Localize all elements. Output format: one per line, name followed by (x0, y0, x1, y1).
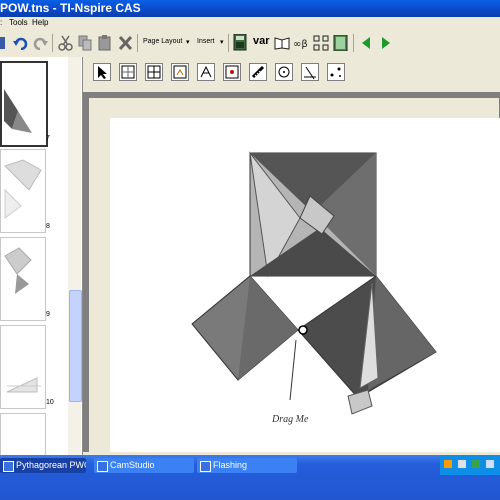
page-layout-button[interactable]: Page Layout (143, 38, 182, 45)
math-templates-icon[interactable] (313, 34, 329, 51)
shapes-tool-icon[interactable] (275, 63, 293, 81)
redo-icon[interactable] (33, 34, 48, 51)
next-page-icon[interactable] (380, 34, 392, 51)
insert-button[interactable]: Insert (197, 38, 215, 45)
taskbar: Pythagorean PWOW... CamStudio Flashing (0, 455, 500, 500)
taskbar-item-label: CamStudio (110, 460, 155, 470)
page-number: 7 (46, 135, 50, 142)
page-thumbnail[interactable] (0, 413, 46, 457)
pointer-arrow (289, 339, 297, 401)
drag-me-label: Drag Me (271, 414, 309, 425)
page-thumbnail[interactable] (0, 325, 46, 409)
window-zoom-tool-icon[interactable] (119, 63, 137, 81)
page-number: 10 (46, 399, 54, 406)
measurement-tool-icon[interactable] (249, 63, 267, 81)
tray-icon[interactable] (472, 460, 480, 468)
menu-help[interactable]: Help (32, 17, 48, 29)
taskbar-item-label: Flashing (213, 460, 248, 470)
pointer-tool-icon[interactable] (93, 63, 111, 81)
insert-arrow-icon[interactable]: ▾ (220, 38, 224, 46)
delete-icon[interactable] (118, 34, 133, 51)
svg-text:∞β: ∞β (293, 39, 308, 50)
var-button[interactable]: var (253, 35, 270, 47)
catalog-icon[interactable] (333, 34, 349, 51)
app-icon (3, 461, 14, 472)
menu-tools[interactable]: Tools (9, 17, 28, 29)
menu-edit-partial[interactable]: : (0, 17, 2, 29)
paste-icon[interactable] (98, 34, 113, 51)
page-number: 8 (46, 223, 50, 230)
taskbar-item-label: Pythagorean PWOW... (16, 460, 86, 470)
pythagorean-figure[interactable]: Drag Me (110, 118, 500, 452)
points-lines-tool-icon[interactable] (223, 63, 241, 81)
square-piece (368, 276, 436, 390)
book-icon[interactable] (274, 34, 290, 51)
view-tool-icon[interactable] (171, 63, 189, 81)
menu-bar: : Tools Help (0, 17, 500, 29)
page-thumbnail[interactable] (0, 149, 46, 233)
title-bar: POW.tns - TI-Nspire CAS (0, 0, 500, 17)
window-title: POW.tns - TI-Nspire CAS (0, 1, 141, 15)
geometry-toolbar (83, 57, 500, 89)
graph-type-tool-icon[interactable] (145, 63, 163, 81)
actions-tool-icon[interactable] (197, 63, 215, 81)
cut-icon[interactable] (58, 34, 73, 51)
copy-icon[interactable] (78, 34, 93, 51)
calculator-icon[interactable] (233, 34, 248, 51)
construction-tool-icon[interactable] (301, 63, 319, 81)
sidebar-scroll-thumb[interactable] (69, 290, 82, 402)
drag-point[interactable] (298, 325, 308, 335)
undo-icon[interactable] (13, 34, 28, 51)
taskbar-item[interactable]: Flashing (197, 458, 297, 473)
tray-icon[interactable] (458, 460, 466, 468)
tray-icon[interactable] (444, 460, 452, 468)
page-thumbnail[interactable] (0, 237, 46, 321)
system-tray (440, 455, 500, 475)
taskbar-item[interactable]: CamStudio (94, 458, 194, 473)
save-icon[interactable] (0, 34, 6, 51)
page-number: 9 (46, 311, 50, 318)
app-icon (97, 461, 108, 472)
main-toolbar: Page Layout ▾ Insert ▾ var ∞β (0, 29, 500, 58)
square-piece (347, 389, 373, 415)
tray-icon[interactable] (486, 460, 494, 468)
transformation-tool-icon[interactable] (327, 63, 345, 81)
geometry-page[interactable]: Drag Me (110, 118, 500, 452)
taskbar-item[interactable]: Pythagorean PWOW... (0, 458, 86, 473)
app-icon (200, 461, 211, 472)
page-layout-arrow-icon[interactable]: ▾ (186, 38, 190, 46)
template-icon[interactable]: ∞β (293, 34, 309, 51)
previous-page-icon[interactable] (360, 34, 372, 51)
page-thumbnail[interactable] (0, 61, 48, 147)
